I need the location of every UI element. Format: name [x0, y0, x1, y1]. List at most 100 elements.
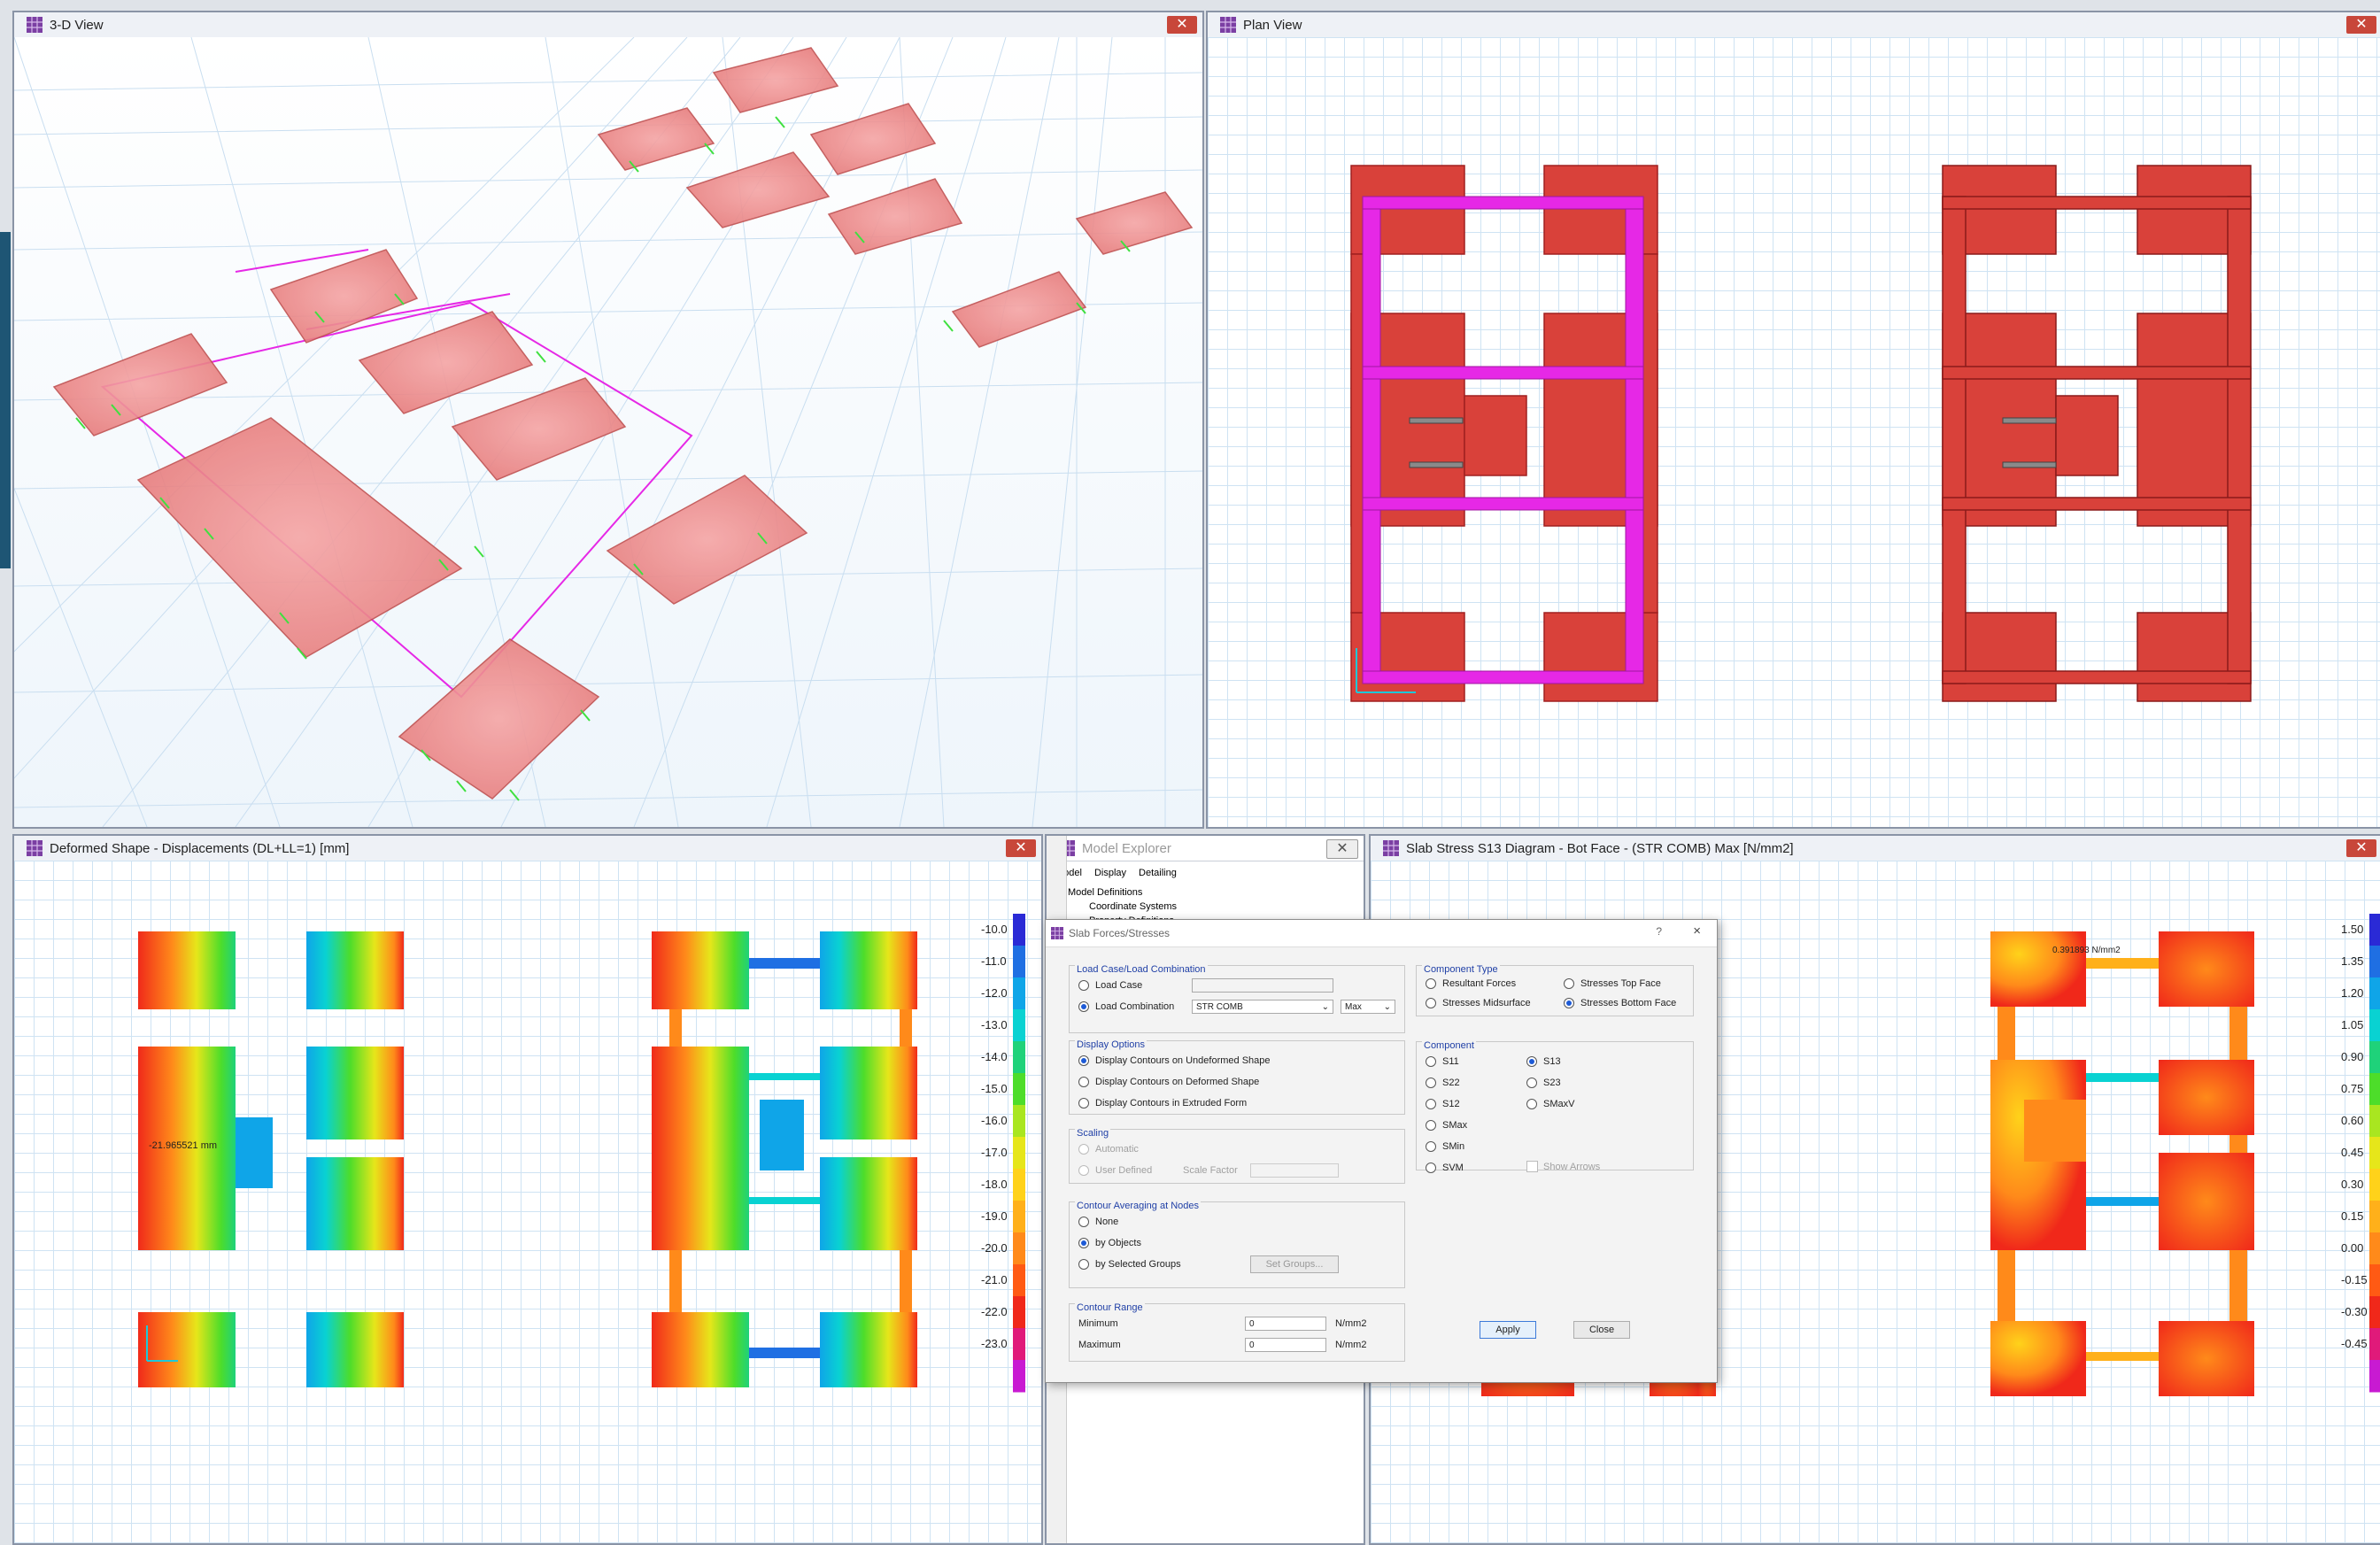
window-3d-view[interactable]: 3-D View ✕	[12, 11, 1204, 829]
legend-color-swatch	[2369, 1360, 2380, 1393]
viewport-plan[interactable]	[1208, 37, 2380, 827]
radio-label: Stresses Bottom Face	[1580, 998, 1677, 1008]
left-edge-strip	[0, 232, 11, 568]
close-icon[interactable]: ✕	[2346, 16, 2376, 34]
radio-label: S11	[1442, 1056, 1459, 1067]
radio-icon	[1078, 1077, 1089, 1087]
radio-icon	[1078, 1259, 1089, 1270]
window-deformed-shape[interactable]: Deformed Shape - Displacements (DL+LL=1)…	[12, 834, 1043, 1545]
help-icon[interactable]: ?	[1656, 925, 1662, 938]
app-grid-icon	[27, 840, 42, 856]
radio-label: None	[1095, 1217, 1119, 1227]
show-arrows-checkbox[interactable]: Show Arrows	[1526, 1161, 1600, 1172]
load-combination-radio[interactable]: Load Combination	[1078, 1001, 1174, 1012]
unit-label: N/mm2	[1335, 1318, 1367, 1329]
select-value: Max	[1345, 1002, 1362, 1012]
by-groups-radio[interactable]: by Selected Groups	[1078, 1259, 1181, 1270]
right-plan-slabs	[1942, 165, 2252, 702]
stresses-bottom-radio[interactable]: Stresses Bottom Face	[1564, 998, 1676, 1008]
smax-radio[interactable]: SMax	[1426, 1120, 1467, 1131]
radio-label: S23	[1543, 1078, 1561, 1088]
tree-item[interactable]: Model Definitions	[1068, 885, 1177, 900]
scale-factor-label: Scale Factor	[1183, 1165, 1238, 1176]
legend-label: -22.0	[981, 1305, 1008, 1318]
legend-label: -13.0	[981, 1018, 1008, 1031]
window-plan-view[interactable]: Plan View ✕	[1206, 11, 2380, 829]
deformed-radio[interactable]: Display Contours on Deformed Shape	[1078, 1077, 1259, 1087]
load-case-radio[interactable]: Load Case	[1078, 980, 1142, 991]
apply-button[interactable]: Apply	[1480, 1321, 1536, 1339]
app-grid-icon	[27, 17, 42, 33]
deformed-annotation: -21.965521 mm	[149, 1140, 217, 1151]
set-groups-button[interactable]: Set Groups...	[1250, 1255, 1339, 1273]
undeformed-radio[interactable]: Display Contours on Undeformed Shape	[1078, 1055, 1271, 1066]
svm-radio[interactable]: SVM	[1426, 1163, 1464, 1173]
resultant-forces-radio[interactable]: Resultant Forces	[1426, 978, 1516, 989]
viewport-deformed[interactable]: -21.965521 mm -10.0 -11.0 -12.0 -13.0 -14.0 -…	[14, 861, 1041, 1543]
stress-annotation: 0.391893 N/mm2	[2052, 946, 2121, 955]
s11-radio[interactable]: S11	[1426, 1056, 1459, 1067]
title-bar: Plan View ✕	[1208, 12, 2380, 38]
by-objects-radio[interactable]: by Objects	[1078, 1238, 1141, 1248]
legend-color-swatch	[2369, 1296, 2380, 1329]
close-icon[interactable]: ✕	[1326, 839, 1358, 859]
legend-label: 0.00	[2341, 1241, 2364, 1255]
s23-radio[interactable]: S23	[1526, 1078, 1561, 1088]
s22-radio[interactable]: S22	[1426, 1078, 1460, 1088]
smin-radio[interactable]: SMin	[1426, 1141, 1464, 1152]
radio-icon	[1526, 1056, 1537, 1067]
radio-label: SMaxV	[1543, 1099, 1575, 1109]
user-defined-radio[interactable]: User Defined	[1078, 1165, 1152, 1176]
automatic-radio[interactable]: Automatic	[1078, 1144, 1139, 1155]
radio-icon	[1078, 1055, 1089, 1066]
legend-color-swatch	[1013, 1201, 1025, 1233]
viewport-3d[interactable]	[14, 36, 1202, 827]
slab-forces-dialog[interactable]: Slab Forces/Stresses ? × Load Case/Load …	[1045, 919, 1718, 1383]
legend-label: 1.20	[2341, 986, 2364, 1000]
load-combination-select[interactable]: STR COMB ⌄	[1192, 1000, 1333, 1014]
close-icon[interactable]: ✕	[1167, 16, 1197, 34]
close-button[interactable]: Close	[1573, 1321, 1630, 1339]
tab-detailing[interactable]: Detailing	[1139, 868, 1177, 878]
close-icon[interactable]: ✕	[1006, 839, 1036, 857]
close-icon[interactable]: ✕	[2346, 839, 2376, 857]
stresses-top-radio[interactable]: Stresses Top Face	[1564, 978, 1661, 989]
max-select[interactable]: Max ⌄	[1341, 1000, 1395, 1014]
group-title: Component Type	[1422, 964, 1500, 975]
tree-item[interactable]: Coordinate Systems	[1068, 900, 1177, 914]
radio-icon	[1078, 1098, 1089, 1109]
radio-icon	[1078, 1238, 1089, 1248]
extruded-radio[interactable]: Display Contours in Extruded Form	[1078, 1098, 1247, 1109]
group-title: Component	[1422, 1040, 1476, 1051]
s13-radio[interactable]: S13	[1526, 1056, 1561, 1067]
load-case-select[interactable]	[1192, 978, 1333, 993]
close-icon[interactable]: ×	[1693, 923, 1701, 939]
scale-factor-input[interactable]	[1250, 1163, 1339, 1178]
s12-radio[interactable]: S12	[1426, 1099, 1460, 1109]
legend-color-swatch	[2369, 1105, 2380, 1138]
legend-color-swatch	[1013, 1041, 1025, 1074]
radio-label: Stresses Midsurface	[1442, 998, 1531, 1008]
deformed-legend-bar	[1013, 914, 1025, 1393]
legend-color-swatch	[2369, 1201, 2380, 1233]
select-value: STR COMB	[1196, 1002, 1243, 1012]
minimum-input[interactable]: 0	[1245, 1317, 1326, 1331]
radio-label: Load Combination	[1095, 1001, 1175, 1012]
maximum-input[interactable]: 0	[1245, 1338, 1326, 1352]
checkbox-icon	[1526, 1161, 1538, 1172]
window-title: Slab Stress S13 Diagram - Bot Face - (ST…	[1406, 840, 1794, 856]
legend-color-swatch	[1013, 1009, 1025, 1042]
tab-display[interactable]: Display	[1094, 868, 1126, 878]
legend-color-swatch	[1013, 1232, 1025, 1265]
radio-icon	[1426, 978, 1436, 989]
legend-color-swatch	[1013, 1328, 1025, 1361]
app-grid-icon	[1051, 927, 1063, 939]
radio-icon	[1078, 1001, 1089, 1012]
radio-icon	[1078, 1144, 1089, 1155]
smaxv-radio[interactable]: SMaxV	[1526, 1099, 1574, 1109]
legend-color-swatch	[1013, 1360, 1025, 1393]
radio-label: Stresses Top Face	[1580, 978, 1661, 989]
stresses-mid-radio[interactable]: Stresses Midsurface	[1426, 998, 1531, 1008]
radio-icon	[1426, 998, 1436, 1008]
none-radio[interactable]: None	[1078, 1217, 1118, 1227]
